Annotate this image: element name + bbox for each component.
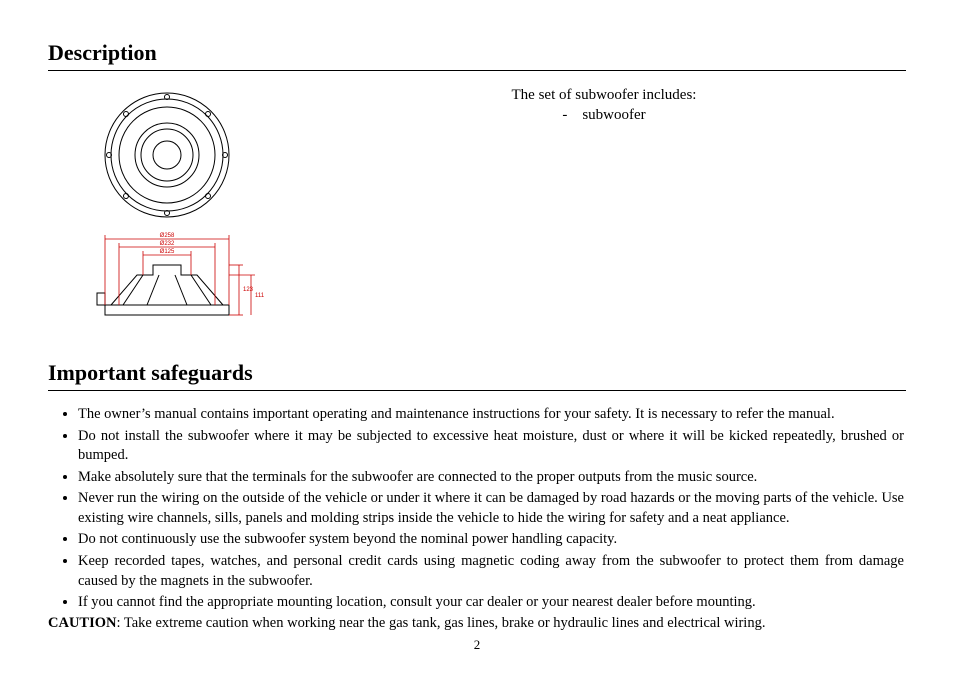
divider <box>48 390 906 391</box>
page-number: 2 <box>0 637 954 653</box>
divider <box>48 70 906 71</box>
list-item: Never run the wiring on the outside of t… <box>78 489 906 528</box>
dim-258-label: Ø258 <box>160 233 175 239</box>
list-item: If you cannot find the appropriate mount… <box>78 593 906 613</box>
safeguards-list: The owner’s manual contains important op… <box>48 405 906 613</box>
bullet-dash: - <box>562 107 567 123</box>
caution-text: : Take extreme caution when working near… <box>116 615 765 631</box>
set-intro-text: The set of subwoofer includes: <box>342 85 866 105</box>
set-item-label: subwoofer <box>582 107 645 123</box>
heading-safeguards: Important safeguards <box>48 360 906 388</box>
set-item: - subwoofer <box>562 105 645 125</box>
list-item: Do not continuously use the subwoofer sy… <box>78 530 906 550</box>
heading-description: Description <box>48 40 906 68</box>
list-item: Keep recorded tapes, watches, and person… <box>78 552 906 591</box>
product-diagram: Ø258 Ø232 Ø125 123 111 <box>48 85 302 330</box>
list-item: Make absolutely sure that the terminals … <box>78 468 906 488</box>
description-row: Ø258 Ø232 Ø125 123 111 <box>48 85 906 330</box>
dim-125-label: Ø125 <box>160 249 175 255</box>
dim-232-label: Ø232 <box>160 241 175 247</box>
set-includes: The set of subwoofer includes: - subwoof… <box>342 85 906 126</box>
document-page: Description <box>0 0 954 675</box>
list-item: Do not install the subwoofer where it ma… <box>78 427 906 466</box>
caution-label: CAUTION <box>48 615 116 631</box>
subwoofer-diagram-icon: Ø258 Ø232 Ø125 123 111 <box>82 85 282 325</box>
dim-h1-label: 123 <box>243 287 254 293</box>
dim-h2-label: 111 <box>255 293 265 299</box>
caution-line: CAUTION: Take extreme caution when worki… <box>48 615 906 632</box>
list-item: The owner’s manual contains important op… <box>78 405 906 425</box>
